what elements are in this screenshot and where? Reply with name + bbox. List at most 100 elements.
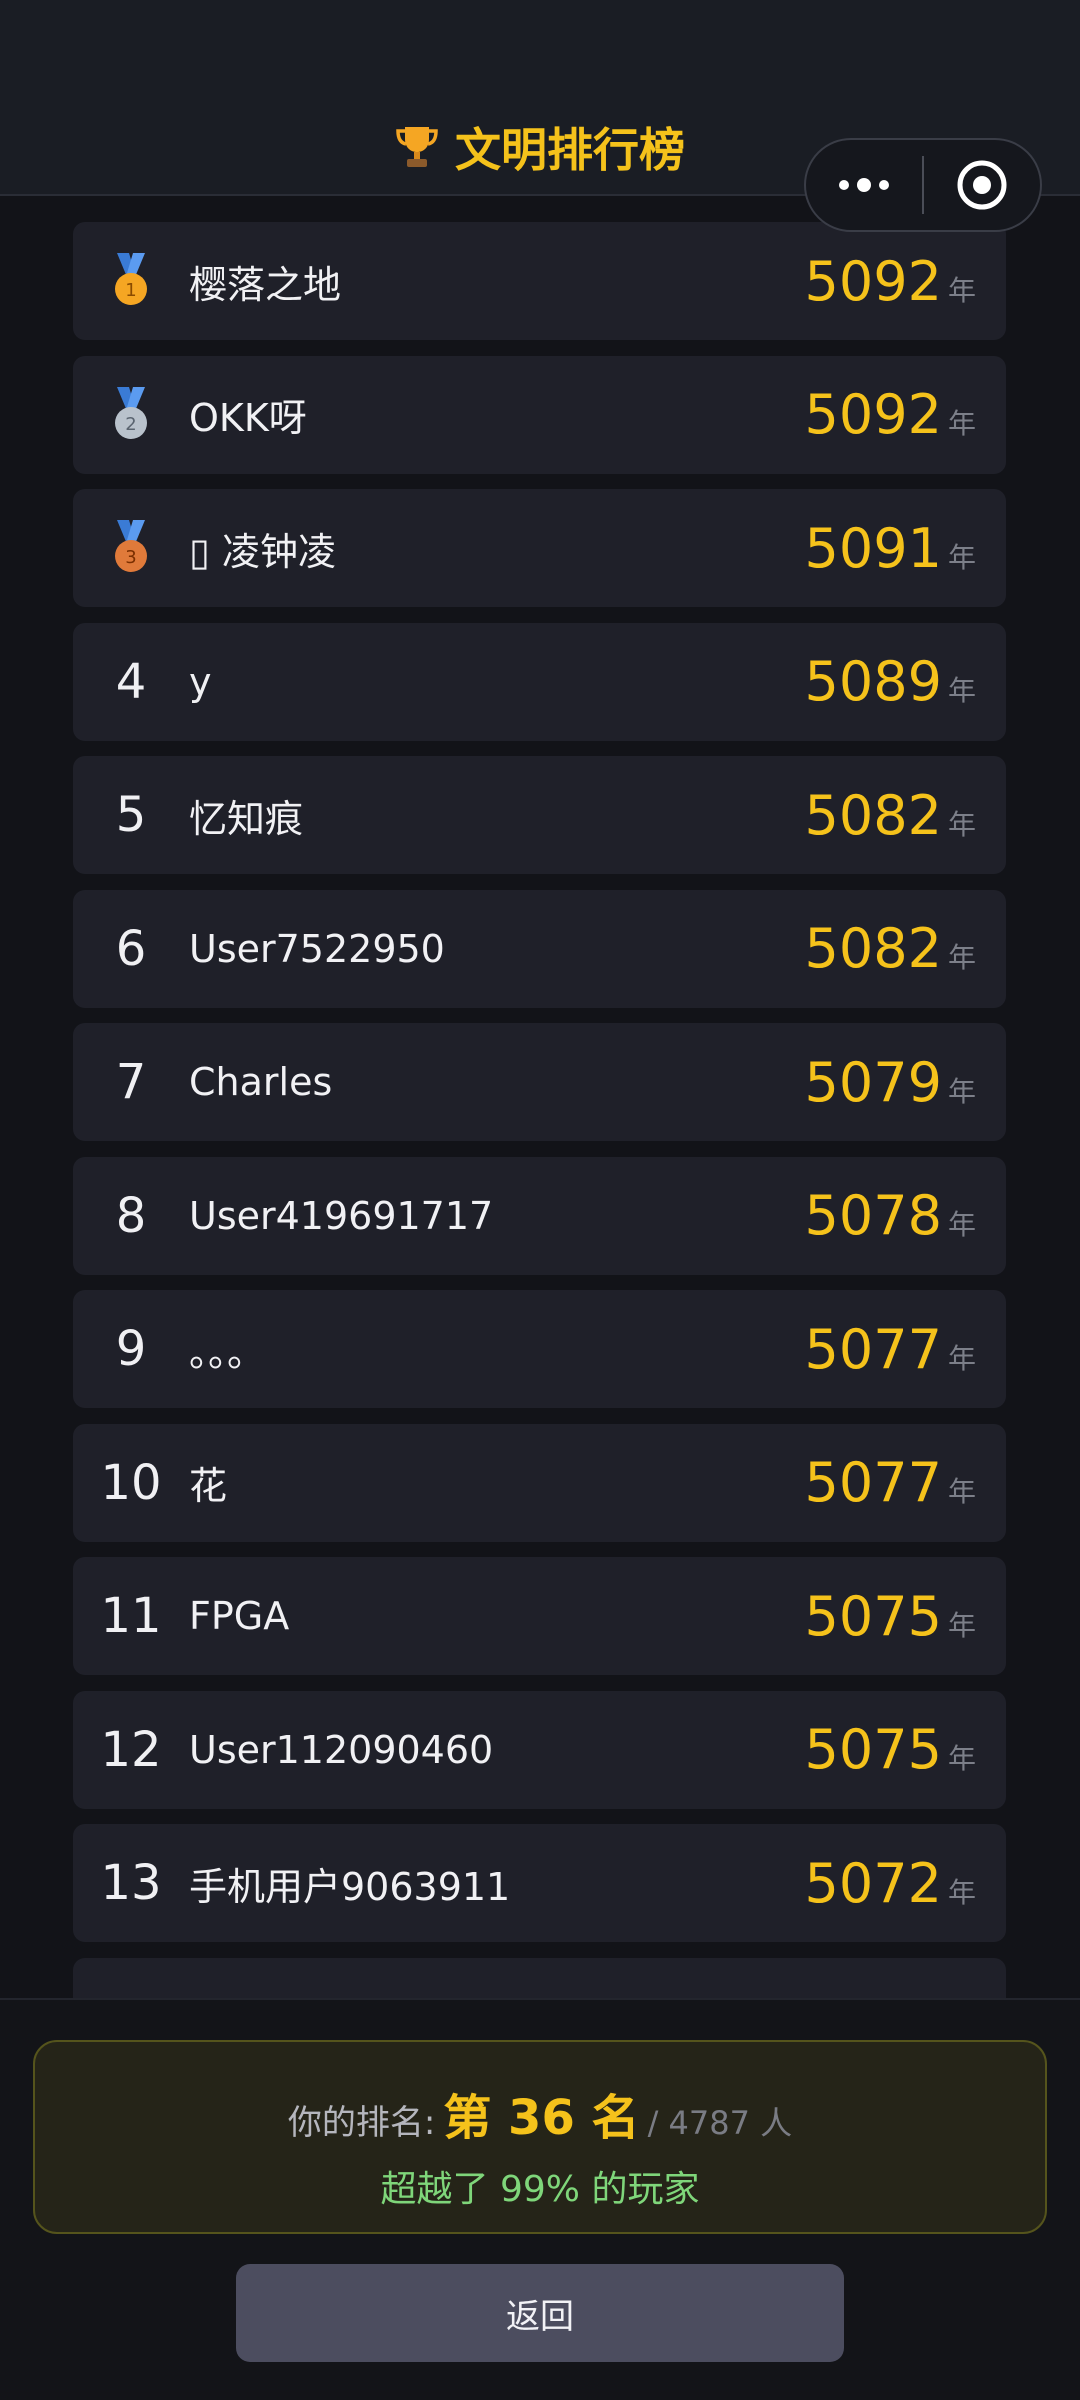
svg-text:3: 3 bbox=[125, 547, 136, 568]
score-value: 5077 bbox=[804, 1451, 942, 1514]
leaderboard-row[interactable]: 8 User419691717 5078 年 bbox=[73, 1156, 1006, 1275]
player-name: 花 bbox=[189, 1464, 228, 1508]
player-name: 樱落之地 bbox=[189, 262, 342, 307]
leaderboard-row[interactable]: 6 User7522950 5082 年 bbox=[73, 889, 1006, 1008]
score-value: 5078 bbox=[804, 1184, 942, 1247]
rank-cell: 5 bbox=[73, 787, 189, 843]
player-name: FPGA bbox=[189, 1594, 290, 1638]
player-name: User112090460 bbox=[189, 1727, 494, 1772]
score: 5077 年 bbox=[805, 1451, 1006, 1514]
page-title-text: 文明排行榜 bbox=[455, 123, 685, 177]
my-rank-panel: 你的排名: 第 36 名 / 4787 人 超越了 99% 的玩家 bbox=[33, 2040, 1047, 2234]
rank-number: 12 bbox=[100, 1721, 162, 1778]
score-unit: 年 bbox=[947, 1341, 976, 1375]
score-unit: 年 bbox=[947, 941, 976, 974]
leaderboard-row[interactable]: 7 Charles 5079 年 bbox=[73, 1023, 1006, 1141]
rank-cell: 8 bbox=[73, 1188, 189, 1244]
player-name: y bbox=[189, 659, 212, 704]
rank-number: 8 bbox=[115, 1187, 147, 1244]
score: 5072 年 bbox=[805, 1852, 1006, 1915]
rank-number: 5 bbox=[115, 787, 147, 843]
rank-cell: 6 bbox=[73, 921, 189, 977]
player-name: User7522950 bbox=[189, 926, 445, 971]
score-unit: 年 bbox=[947, 1208, 976, 1241]
leaderboard-row[interactable]: 13 手机用户9063911 5072 年 bbox=[73, 1824, 1006, 1942]
rank-number: 7 bbox=[115, 1054, 147, 1110]
leaderboard-row[interactable]: 11 FPGA 5075 年 bbox=[73, 1557, 1006, 1675]
player-name: Charles bbox=[189, 1060, 333, 1104]
leaderboard-row[interactable]: 10 花 5077 年 bbox=[73, 1423, 1006, 1542]
score: 5082 年 bbox=[805, 917, 1006, 980]
leaderboard-row[interactable]: 5 忆知痕 5082 年 bbox=[73, 756, 1006, 874]
leaderboard-list[interactable]: 1 樱落之地 5092 年 2 OKK呀 5092 年 3 ▯ 凌钟凌 5091 年 4 y 5089 年 5 忆… bbox=[73, 222, 1006, 1998]
score-value: 5075 bbox=[804, 1718, 942, 1781]
score-unit: 年 bbox=[947, 1742, 976, 1775]
capsule-menu bbox=[804, 138, 1042, 232]
score-value: 5092 bbox=[804, 249, 942, 313]
rank-cell: 2 bbox=[73, 386, 189, 443]
back-button[interactable]: 返回 bbox=[236, 2264, 844, 2362]
rank-number: 6 bbox=[115, 920, 147, 977]
trophy-icon bbox=[396, 127, 438, 167]
rank-cell: 4 bbox=[73, 654, 189, 710]
silver-medal-icon: 2 bbox=[115, 386, 147, 439]
rank-cell: 9 bbox=[73, 1321, 189, 1377]
score: 5075 年 bbox=[805, 1718, 1006, 1781]
score-unit: 年 bbox=[947, 1074, 976, 1108]
bronze-medal-icon: 3 bbox=[115, 520, 147, 572]
my-rank-line: 你的排名: 第 36 名 / 4787 人 bbox=[35, 2078, 1045, 2148]
score-unit: 年 bbox=[947, 407, 976, 440]
leaderboard-row[interactable]: 2 OKK呀 5092 年 bbox=[73, 355, 1006, 474]
leaderboard-row[interactable]: 12 User112090460 5075 年 bbox=[73, 1690, 1006, 1809]
score-unit: 年 bbox=[947, 807, 976, 841]
rank-cell: 13 bbox=[73, 1855, 189, 1911]
close-miniprogram-button[interactable] bbox=[924, 140, 1040, 230]
my-rank-value: 第 36 名 bbox=[443, 2090, 640, 2146]
score-value: 5089 bbox=[804, 650, 942, 713]
leaderboard-row[interactable]: 1 樱落之地 5092 年 bbox=[73, 222, 1006, 340]
rank-cell: 12 bbox=[73, 1722, 189, 1778]
score: 5092 年 bbox=[805, 383, 1006, 446]
leaderboard-row[interactable]: 4 y 5089 年 bbox=[73, 622, 1006, 741]
leaderboard-row-partial[interactable] bbox=[73, 1957, 1006, 1998]
rank-cell: 10 bbox=[73, 1455, 189, 1511]
beat-percentage-text: 超越了 99% 的玩家 bbox=[380, 2169, 700, 2210]
rank-number: 13 bbox=[100, 1855, 162, 1911]
player-name: 忆知痕 bbox=[189, 796, 304, 841]
player-name: User419691717 bbox=[189, 1193, 494, 1238]
rank-cell: 3 bbox=[73, 520, 189, 576]
player-name: 。。。 bbox=[189, 1330, 266, 1375]
player-name: ▯ 凌钟凌 bbox=[189, 529, 336, 574]
score-value: 5082 bbox=[804, 917, 942, 980]
leaderboard-row[interactable]: 3 ▯ 凌钟凌 5091 年 bbox=[73, 489, 1006, 607]
player-name: 手机用户9063911 bbox=[189, 1864, 511, 1909]
score-unit: 年 bbox=[947, 1875, 976, 1909]
score-value: 5092 bbox=[804, 383, 942, 446]
rank-cell: 11 bbox=[73, 1588, 189, 1644]
svg-text:1: 1 bbox=[125, 280, 136, 301]
score-unit: 年 bbox=[947, 1608, 976, 1642]
score: 5079 年 bbox=[805, 1051, 1006, 1114]
more-dots-icon bbox=[839, 178, 889, 192]
target-close-icon bbox=[957, 160, 1007, 210]
score: 5078 年 bbox=[805, 1184, 1006, 1247]
score: 5089 年 bbox=[805, 650, 1006, 713]
more-button[interactable] bbox=[806, 140, 922, 230]
rank-number: 11 bbox=[100, 1588, 162, 1644]
score-value: 5077 bbox=[804, 1317, 942, 1381]
my-rank-label: 你的排名: bbox=[287, 2103, 436, 2143]
rank-number: 9 bbox=[115, 1321, 147, 1377]
gold-medal-icon: 1 bbox=[115, 253, 147, 305]
score-unit: 年 bbox=[947, 674, 976, 707]
score: 5077 年 bbox=[805, 1318, 1006, 1381]
leaderboard-row[interactable]: 9 。。。 5077 年 bbox=[73, 1290, 1006, 1408]
score-value: 5072 bbox=[804, 1851, 942, 1915]
score: 5092 年 bbox=[805, 250, 1006, 313]
score-value: 5079 bbox=[804, 1050, 942, 1114]
score-value: 5082 bbox=[804, 783, 942, 847]
rank-cell: 1 bbox=[73, 253, 189, 309]
rank-number: 4 bbox=[115, 653, 147, 710]
rank-number: 10 bbox=[100, 1454, 162, 1511]
svg-text:2: 2 bbox=[125, 414, 136, 435]
score-unit: 年 bbox=[947, 540, 976, 574]
